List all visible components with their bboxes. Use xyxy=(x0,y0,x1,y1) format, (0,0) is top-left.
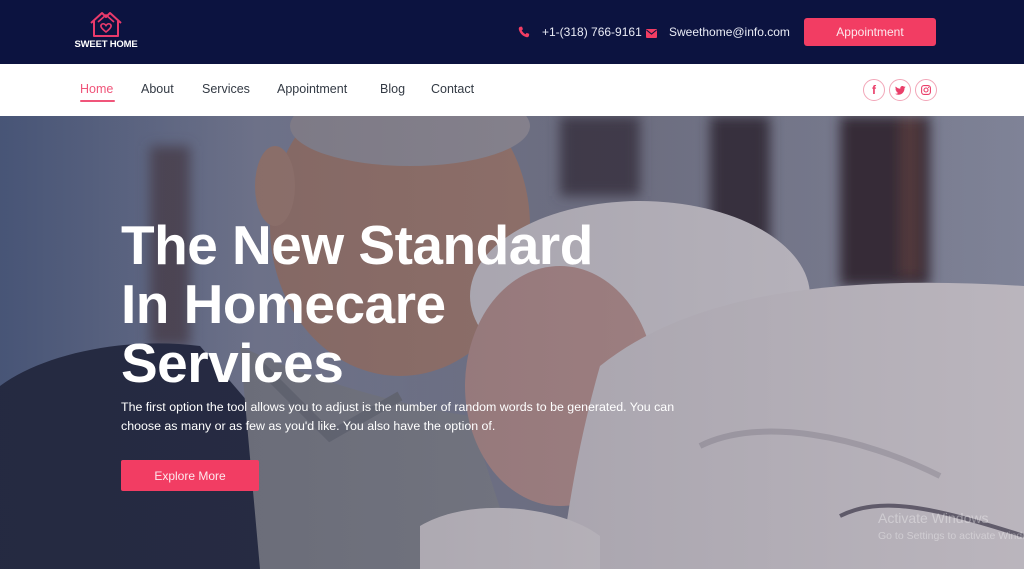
hero-title-line: Services xyxy=(121,332,344,394)
hero-section: The New Standard In Homecare Services Th… xyxy=(0,116,1024,569)
nav-item-blog[interactable]: Blog xyxy=(380,82,405,96)
active-nav-indicator xyxy=(80,100,115,102)
hero-title-line: In Homecare xyxy=(121,273,446,335)
email-address: Sweethome@info.com xyxy=(669,25,790,39)
hero-title: The New Standard In Homecare Services xyxy=(121,216,741,393)
email-contact[interactable]: Sweethome@info.com xyxy=(646,23,790,41)
logo[interactable]: SWEET HOME xyxy=(74,10,138,52)
hero-description: The first option the tool allows you to … xyxy=(121,400,675,433)
nav-item-appointment[interactable]: Appointment xyxy=(277,82,347,96)
nav-item-contact[interactable]: Contact xyxy=(431,82,474,96)
top-bar: SWEET HOME +1-(318) 766-9161 Sweethome@i… xyxy=(0,0,1024,64)
hero-title-line: The New Standard xyxy=(121,214,593,276)
instagram-link[interactable] xyxy=(915,79,937,101)
nav-item-home[interactable]: Home xyxy=(80,82,113,96)
watermark-subtitle: Go to Settings to activate Windows. xyxy=(878,530,1024,542)
facebook-link[interactable]: f xyxy=(863,79,885,101)
nav-item-services[interactable]: Services xyxy=(202,82,250,96)
instagram-icon xyxy=(921,85,931,95)
phone-contact[interactable]: +1-(318) 766-9161 xyxy=(518,23,642,41)
facebook-icon: f xyxy=(872,83,876,97)
nav-item-about[interactable]: About xyxy=(141,82,174,96)
logo-text: SWEET HOME xyxy=(74,39,138,50)
phone-number: +1-(318) 766-9161 xyxy=(542,25,642,39)
envelope-icon xyxy=(646,27,657,38)
twitter-icon xyxy=(894,85,906,95)
watermark-title: Activate Windows xyxy=(878,510,989,526)
appointment-button[interactable]: Appointment xyxy=(804,18,936,46)
explore-more-button[interactable]: Explore More xyxy=(121,460,259,491)
house-heart-icon xyxy=(90,12,122,37)
phone-icon xyxy=(518,26,530,38)
activate-windows-watermark: Activate Windows Go to Settings to activ… xyxy=(878,509,1024,545)
twitter-link[interactable] xyxy=(889,79,911,101)
